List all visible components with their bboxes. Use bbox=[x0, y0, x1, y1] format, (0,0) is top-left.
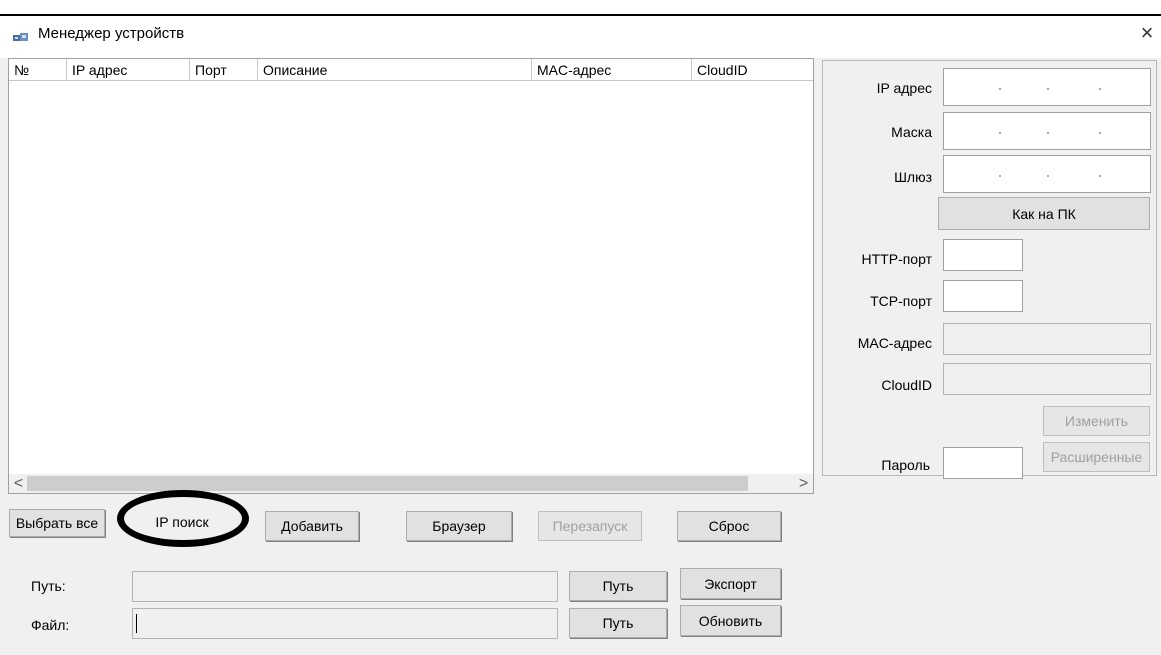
ip-search-button[interactable]: IP поиск bbox=[132, 507, 232, 535]
tcp-port-label: TCP-порт bbox=[870, 293, 932, 309]
close-icon[interactable]: × bbox=[1134, 20, 1160, 46]
file-path-button[interactable]: Путь bbox=[569, 608, 667, 638]
mask-label: Маска bbox=[891, 124, 932, 140]
export-button[interactable]: Экспорт bbox=[680, 568, 781, 599]
scroll-left-icon[interactable]: < bbox=[10, 475, 27, 492]
file-label: Файл: bbox=[31, 617, 70, 633]
password-field[interactable] bbox=[943, 447, 1023, 479]
device-list[interactable] bbox=[8, 58, 814, 494]
file-field[interactable] bbox=[132, 608, 558, 639]
cloudid-field bbox=[943, 363, 1151, 395]
column-description[interactable]: Описание bbox=[258, 59, 532, 81]
path-field[interactable] bbox=[132, 571, 558, 602]
column-mac[interactable]: MAC-адрес bbox=[532, 59, 692, 81]
path-button[interactable]: Путь bbox=[569, 571, 667, 601]
devices-icon bbox=[12, 30, 30, 44]
column-ip[interactable]: IP адрес bbox=[67, 59, 190, 81]
scrollbar-thumb[interactable] bbox=[27, 476, 748, 491]
column-cloudid[interactable]: CloudID bbox=[692, 59, 813, 81]
mac-label: MAC-адрес bbox=[857, 335, 932, 351]
tcp-port-field[interactable] bbox=[943, 280, 1023, 312]
password-label: Пароль bbox=[881, 457, 930, 473]
same-as-pc-button[interactable]: Как на ПК bbox=[938, 197, 1150, 230]
device-list-header: № IP адрес Порт Описание MAC-адрес Cloud… bbox=[9, 59, 813, 81]
mask-field[interactable] bbox=[943, 112, 1151, 150]
scroll-right-icon[interactable]: > bbox=[795, 475, 812, 492]
gateway-field[interactable] bbox=[943, 155, 1151, 193]
cloudid-label: CloudID bbox=[881, 377, 932, 393]
modify-button[interactable]: Изменить bbox=[1043, 406, 1150, 436]
http-port-field[interactable] bbox=[943, 239, 1023, 271]
restart-button[interactable]: Перезапуск bbox=[538, 511, 642, 541]
advanced-button[interactable]: Расширенные bbox=[1043, 442, 1150, 472]
http-port-label: HTTP-порт bbox=[861, 251, 932, 267]
window-title: Менеджер устройств bbox=[38, 25, 185, 42]
reset-button[interactable]: Сброс bbox=[677, 511, 781, 541]
gateway-label: Шлюз bbox=[894, 169, 932, 185]
column-port[interactable]: Порт bbox=[190, 59, 258, 81]
add-button[interactable]: Добавить bbox=[265, 511, 359, 541]
mac-field bbox=[943, 323, 1151, 355]
ip-address-field[interactable] bbox=[943, 68, 1151, 106]
browser-button[interactable]: Браузер bbox=[406, 511, 512, 541]
update-button[interactable]: Обновить bbox=[680, 605, 781, 636]
select-all-button[interactable]: Выбрать все bbox=[9, 509, 105, 537]
path-label: Путь: bbox=[31, 578, 66, 594]
column-number[interactable]: № bbox=[9, 59, 67, 81]
ip-label: IP адрес bbox=[876, 80, 932, 96]
